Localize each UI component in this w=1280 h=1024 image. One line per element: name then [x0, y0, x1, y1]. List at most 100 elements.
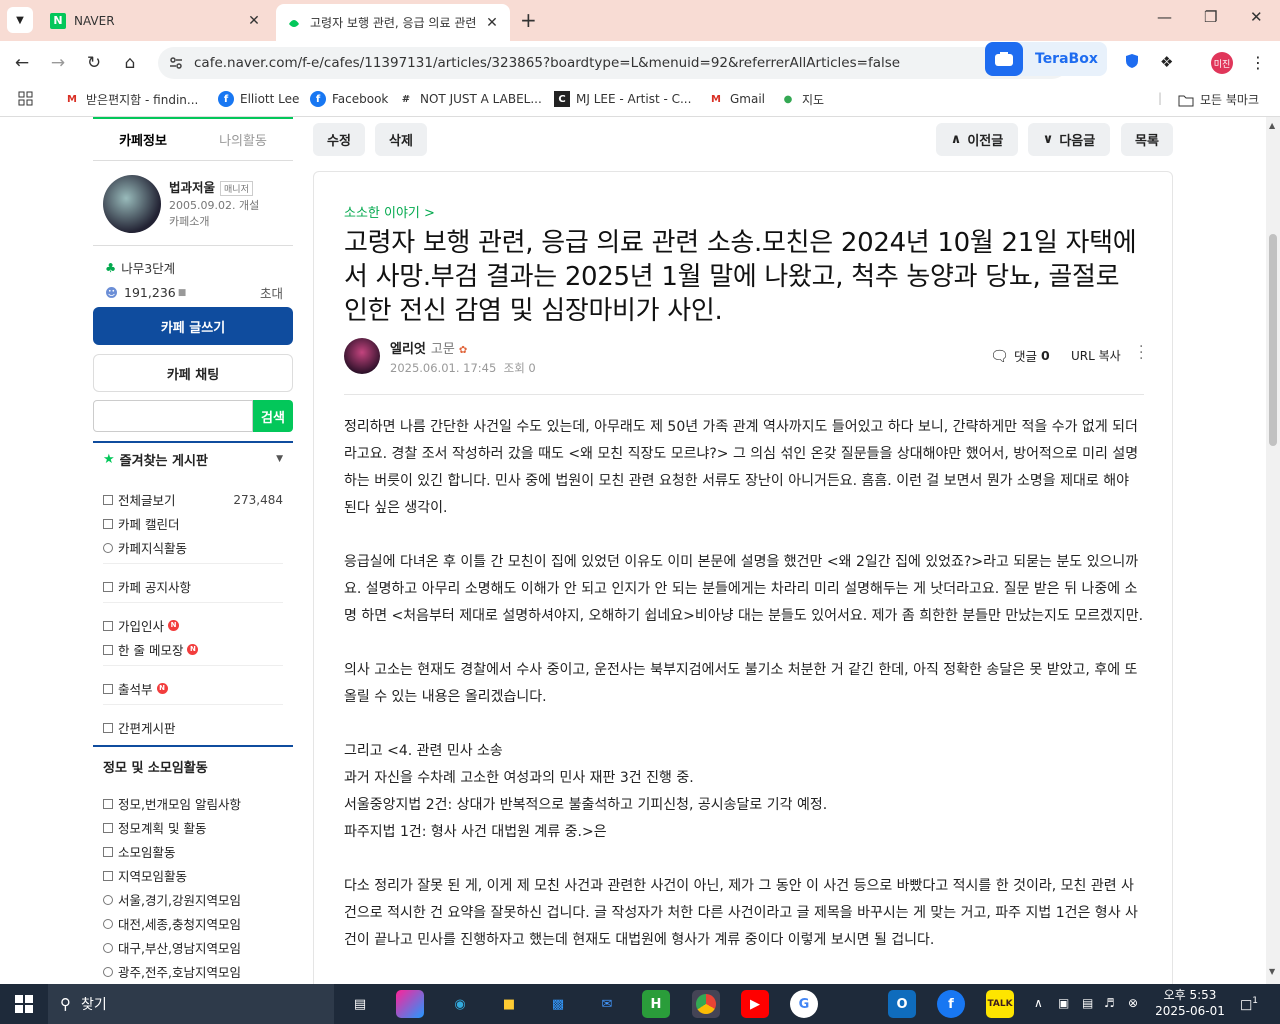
taskbar-search[interactable]: ⚲ 찾기 — [48, 984, 334, 1024]
bookmark-facebook[interactable]: f Facebook — [310, 91, 388, 107]
back-button[interactable]: ← — [10, 51, 34, 75]
volume-icon[interactable]: ♬ — [1104, 996, 1115, 1010]
board-all-posts[interactable]: 전체글보기 273,484 — [103, 490, 283, 509]
file-explorer-icon[interactable]: ■ — [495, 990, 523, 1018]
tab-cafe-info[interactable]: 카페정보 — [93, 130, 193, 149]
tab-search-button[interactable]: ▼ — [7, 7, 33, 33]
tab-naver[interactable]: N NAVER ✕ — [40, 4, 272, 37]
shield-extension-icon[interactable] — [1125, 53, 1139, 73]
google-icon[interactable]: G — [790, 990, 818, 1018]
board-daejeon[interactable]: 대전,세종,충청지역모임 — [103, 914, 283, 933]
author-name[interactable]: 엘리엇 고문 ✿ — [390, 338, 467, 357]
bookmark-mj-lee[interactable]: C MJ LEE - Artist - C... — [554, 91, 691, 107]
bookmark-elliott-lee[interactable]: f Elliott Lee — [218, 91, 299, 107]
caret-down-icon[interactable]: ▼ — [276, 454, 283, 464]
board-icon — [103, 822, 113, 833]
board-calendar[interactable]: 카페 캘린더 — [103, 514, 283, 533]
bookmark-map[interactable]: ● 지도 — [780, 91, 824, 108]
delete-button[interactable]: 삭제 — [375, 123, 427, 156]
apps-grid-icon[interactable] — [18, 91, 34, 107]
cafe-search-input[interactable] — [93, 400, 253, 432]
board-link[interactable]: 소소한 이야기 > — [344, 202, 435, 221]
store-icon[interactable]: ▩ — [544, 990, 572, 1018]
restore-button[interactable]: ❐ — [1204, 8, 1217, 26]
tab-my-activity[interactable]: 나의활동 — [193, 130, 293, 149]
copilot-icon[interactable] — [396, 990, 424, 1018]
edge-icon[interactable]: ◉ — [446, 990, 474, 1018]
board-small-group[interactable]: 소모임활동 — [103, 842, 283, 861]
network-icon[interactable]: ▤ — [1082, 996, 1093, 1010]
mail-icon[interactable]: ✉ — [593, 990, 621, 1018]
url-copy-button[interactable]: URL 복사 — [1071, 347, 1121, 364]
board-meetup-plan[interactable]: 정모계획 및 활동 — [103, 818, 283, 837]
tab-article[interactable]: 고령자 보행 관련, 응급 의료 관련 ✕ — [276, 4, 510, 41]
board-meetup-notice[interactable]: 정모,번개모임 알림사항 — [103, 794, 283, 813]
author-avatar[interactable] — [344, 338, 380, 374]
page-scrollbar[interactable]: ▲ ▼ — [1266, 117, 1280, 984]
outlook-icon[interactable]: O — [888, 990, 916, 1018]
task-view-icon[interactable]: ▤ — [346, 990, 374, 1018]
scroll-up-icon[interactable]: ▲ — [1269, 121, 1275, 130]
invite-link[interactable]: 초대 — [260, 283, 283, 302]
cafe-intro-link[interactable]: 카페소개 — [169, 213, 209, 229]
knowledge-icon — [103, 542, 113, 553]
next-post-button[interactable]: ∨ 다음글 — [1028, 123, 1110, 156]
bookmark-gmail[interactable]: M Gmail — [708, 91, 765, 107]
favorite-boards-header[interactable]: ★ 즐겨찾는 게시판 ▼ — [93, 441, 293, 475]
board-gwangju[interactable]: 광주,전주,호남지역모임 — [103, 962, 283, 981]
hancom-icon[interactable]: H — [642, 990, 670, 1018]
close-window-button[interactable]: ✕ — [1250, 8, 1263, 26]
mute-mic-icon[interactable]: ⊗ — [1128, 996, 1138, 1010]
cafe-search-button[interactable]: 검색 — [253, 400, 293, 432]
facebook-icon[interactable]: f — [937, 990, 965, 1018]
address-bar[interactable] — [158, 47, 1068, 79]
board-simple[interactable]: 간편게시판 — [103, 718, 283, 737]
new-badge: N — [156, 683, 168, 694]
manager-name[interactable]: 법과저울 매니저 — [169, 177, 253, 196]
windows-start-icon[interactable] — [10, 990, 38, 1018]
close-tab-icon[interactable]: ✕ — [484, 15, 500, 31]
all-bookmarks-folder[interactable]: 모든 북마크 — [1178, 91, 1259, 108]
tray-overflow-icon[interactable]: ∧ — [1034, 996, 1043, 1010]
url-input[interactable] — [194, 55, 974, 71]
cafe-chat-button[interactable]: 카페 채팅 — [93, 354, 293, 392]
kakaotalk-icon[interactable]: TALK — [986, 990, 1014, 1018]
new-tab-button[interactable]: + — [520, 8, 537, 32]
menu-kebab-icon[interactable]: ⋮ — [1250, 53, 1266, 72]
board-knowledge[interactable]: 카페지식활동 — [103, 538, 283, 557]
forward-button[interactable]: → — [46, 51, 70, 75]
bookmark-inbox[interactable]: M 받은편지함 - findin... — [64, 91, 198, 108]
terabox-extension[interactable]: TeraBox — [985, 42, 1107, 76]
tray-app-icon[interactable]: ▣ — [1058, 996, 1069, 1010]
board-seoul[interactable]: 서울,경기,강원지역모임 — [103, 890, 283, 909]
notifications-icon[interactable]: □1 — [1240, 996, 1258, 1012]
cafe-avatar[interactable] — [103, 175, 161, 233]
clock[interactable]: 오후 5:53 2025-06-01 — [1150, 987, 1230, 1019]
home-button[interactable]: ⌂ — [118, 51, 142, 75]
cafe-write-button[interactable]: 카페 글쓰기 — [93, 307, 293, 345]
board-attendance[interactable]: 출석부 N — [103, 679, 283, 698]
chrome-icon[interactable] — [692, 990, 720, 1018]
board-greetings[interactable]: 가입인사 N — [103, 616, 283, 635]
edit-button[interactable]: 수정 — [313, 123, 365, 156]
extensions-puzzle-icon[interactable]: ❖ — [1160, 53, 1173, 71]
scroll-thumb[interactable] — [1269, 234, 1277, 446]
prev-post-button[interactable]: ∧ 이전글 — [936, 123, 1018, 156]
youtube-icon[interactable]: ▶ — [741, 990, 769, 1018]
board-notice[interactable]: 카페 공지사항 — [103, 577, 283, 596]
cafe-rank[interactable]: ♣ 나무3단계 — [105, 258, 175, 277]
bookmark-njal[interactable]: # NOT JUST A LABEL... — [398, 91, 542, 107]
divider — [103, 665, 283, 666]
list-button[interactable]: 목록 — [1121, 123, 1173, 156]
scroll-down-icon[interactable]: ▼ — [1269, 967, 1275, 976]
board-memo[interactable]: 한 줄 메모장 N — [103, 640, 283, 659]
more-options-icon[interactable]: · · · — [1139, 340, 1143, 366]
site-info-icon[interactable] — [168, 55, 184, 75]
minimize-button[interactable]: — — [1157, 8, 1172, 26]
reload-button[interactable]: ↻ — [82, 51, 106, 75]
close-tab-icon[interactable]: ✕ — [246, 13, 262, 29]
profile-avatar[interactable]: 미진 — [1211, 52, 1233, 74]
board-daegu[interactable]: 대구,부산,영남지역모임 — [103, 938, 283, 957]
board-regional[interactable]: 지역모임활동 — [103, 866, 283, 885]
comments-link[interactable]: 🗨 댓글 0 — [990, 346, 1050, 365]
